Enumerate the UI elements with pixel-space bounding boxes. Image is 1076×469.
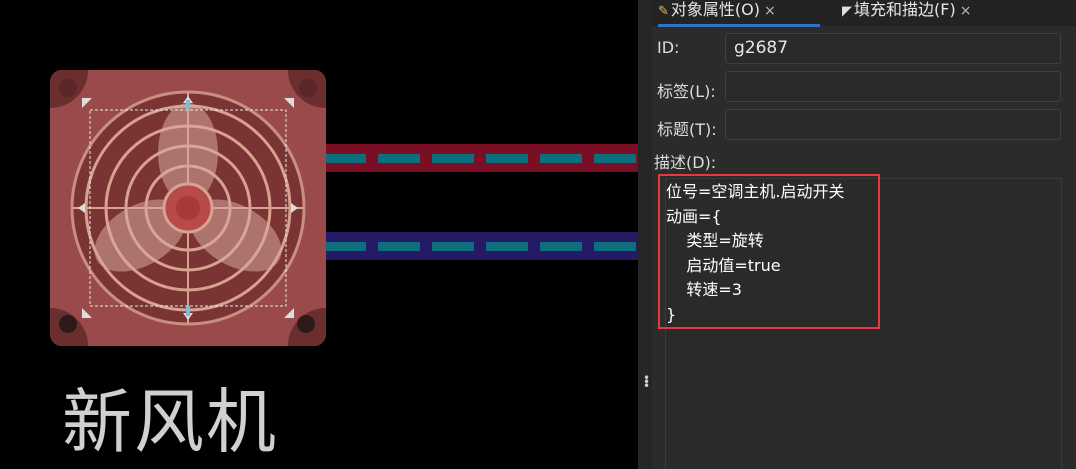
fan-icon[interactable]	[48, 68, 328, 348]
pipe-flow-dashes	[324, 154, 638, 163]
id-field[interactable]: g2687	[725, 33, 1061, 64]
tab-object-properties[interactable]: ✎ 对象属性(O) ×	[658, 0, 820, 27]
title-label: 标题(T):	[657, 120, 717, 139]
panel-splitter[interactable]: • • •	[638, 0, 652, 469]
drawing-canvas[interactable]: 新风机	[0, 0, 638, 469]
panel-tab-bar: ✎ 对象属性(O) × ◤ 填充和描边(F) ×	[652, 0, 1076, 27]
close-icon[interactable]: ×	[764, 3, 776, 19]
highlight-annotation	[658, 174, 880, 329]
close-icon[interactable]: ×	[960, 3, 972, 19]
label-field[interactable]	[725, 71, 1061, 102]
tab-label: 填充和描边(F)	[854, 0, 956, 19]
label-label: 标签(L):	[657, 82, 716, 101]
blue-pipe[interactable]	[320, 232, 638, 260]
id-label: ID:	[657, 38, 680, 57]
tab-label: 对象属性(O)	[670, 0, 760, 19]
tab-fill-and-stroke[interactable]: ◤ 填充和描边(F) ×	[842, 0, 971, 24]
canvas-caption[interactable]: 新风机	[62, 366, 278, 467]
title-field[interactable]	[725, 109, 1061, 140]
fill-stroke-icon: ◤	[842, 4, 852, 19]
description-label: 描述(D):	[654, 153, 717, 172]
object-properties-icon: ✎	[658, 4, 669, 19]
object-properties-panel: ✎ 对象属性(O) × ◤ 填充和描边(F) × ID: g2687 标签(L): 标题…	[652, 0, 1076, 469]
red-pipe[interactable]	[322, 144, 638, 172]
splitter-grip-icon[interactable]: • • •	[643, 372, 650, 392]
pipe-flow-dashes	[324, 242, 638, 251]
